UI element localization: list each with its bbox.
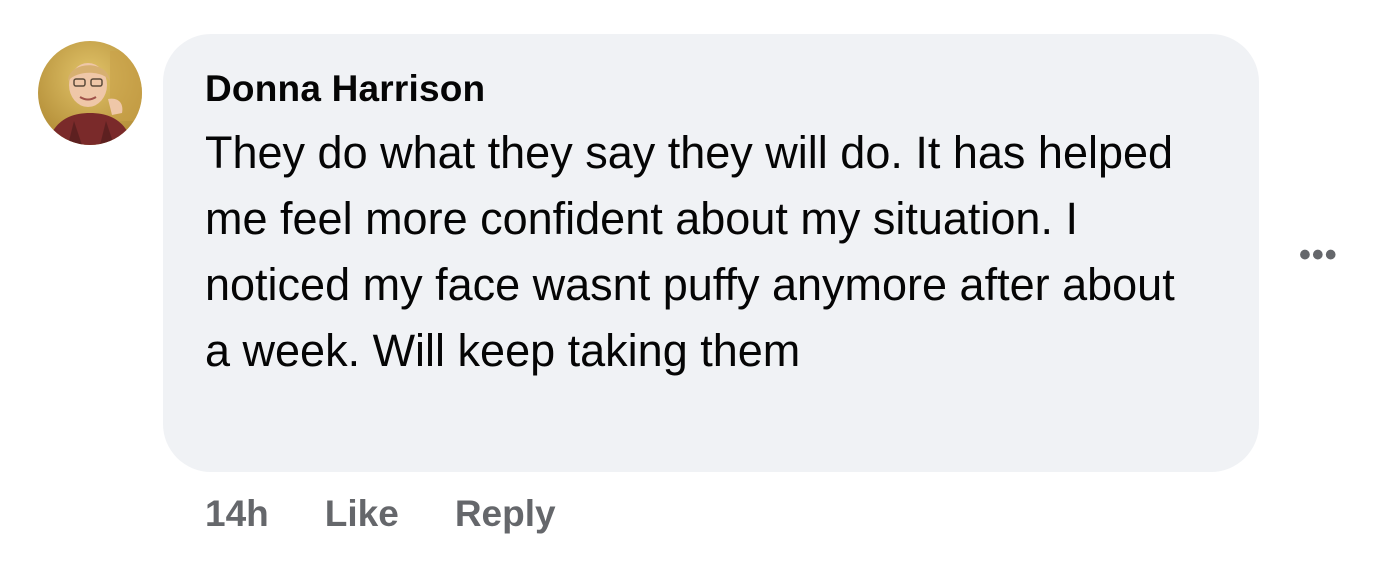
more-options-icon[interactable]: •••: [1299, 238, 1338, 272]
profile-photo-icon: [38, 41, 142, 145]
comment-timestamp[interactable]: 14h: [205, 493, 269, 535]
avatar[interactable]: [38, 41, 142, 145]
comment-text: They do what they say they will do. It h…: [205, 127, 1175, 376]
comment-actions: 14h Like Reply: [205, 493, 556, 535]
reply-button[interactable]: Reply: [455, 493, 556, 535]
like-button[interactable]: Like: [325, 493, 399, 535]
comment-author[interactable]: Donna Harrison: [205, 68, 485, 110]
comment-bubble: Donna Harrison They do what they say the…: [163, 34, 1259, 472]
